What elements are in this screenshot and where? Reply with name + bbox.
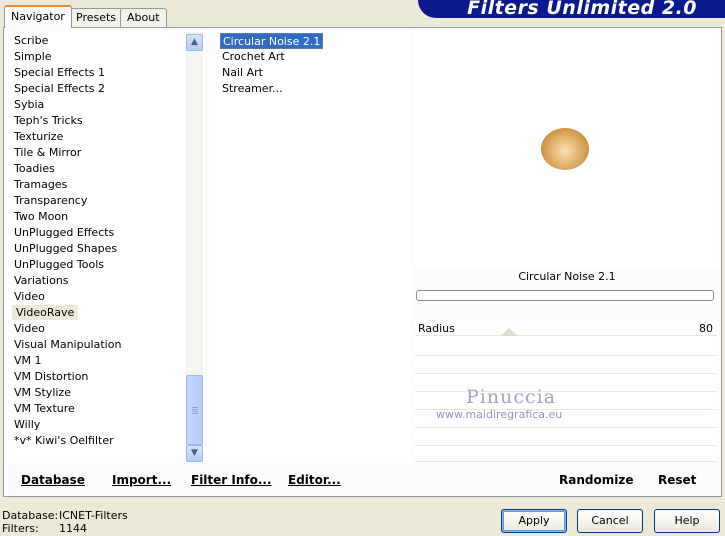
tab-navigator[interactable]: Navigator xyxy=(4,5,72,28)
filters-count: 1144 xyxy=(59,522,87,535)
category-item[interactable]: VideoRave xyxy=(12,305,79,320)
category-item[interactable]: VM Stylize xyxy=(14,385,71,400)
category-item[interactable]: UnPlugged Shapes xyxy=(14,241,117,256)
category-item[interactable]: Two Moon xyxy=(14,209,68,224)
param-row-empty xyxy=(415,447,717,462)
param-row-radius[interactable]: Radius 80 xyxy=(415,321,717,336)
import-button[interactable]: Import... xyxy=(112,473,171,487)
param-label: Radius xyxy=(418,322,455,335)
database-label: Database: xyxy=(2,509,59,522)
help-button[interactable]: Help xyxy=(654,509,720,533)
category-item[interactable]: Special Effects 1 xyxy=(14,65,105,80)
scroll-thumb[interactable] xyxy=(186,375,203,445)
category-item[interactable]: Simple xyxy=(14,49,52,64)
slider-marker-icon[interactable] xyxy=(500,328,518,336)
category-item[interactable]: Willy xyxy=(14,417,40,432)
category-list[interactable]: Scribe Simple Special Effects 1 Special Eff… xyxy=(7,31,205,463)
parameters-panel: Radius 80 xyxy=(415,321,719,463)
param-row-empty xyxy=(415,341,717,356)
category-item[interactable]: Tramages xyxy=(14,177,67,192)
database-button[interactable]: Database xyxy=(21,473,85,487)
category-item[interactable]: UnPlugged Tools xyxy=(14,257,104,272)
watermark-url: www.maidiregrafica.eu xyxy=(436,408,563,421)
filter-name-label: Circular Noise 2.1 xyxy=(518,270,616,283)
param-row-empty xyxy=(415,431,717,446)
category-item[interactable]: Texturize xyxy=(14,129,63,144)
category-item[interactable]: Special Effects 2 xyxy=(14,81,105,96)
app-title: Filters Unlimited 2.0 xyxy=(467,0,697,19)
filters-label: Filters: xyxy=(2,522,39,535)
category-item[interactable]: VM Texture xyxy=(14,401,75,416)
category-item[interactable]: UnPlugged Effects xyxy=(14,225,114,240)
tab-about[interactable]: About xyxy=(120,8,167,27)
database-value: ICNET-Filters xyxy=(59,509,128,522)
category-item[interactable]: Scribe xyxy=(14,33,48,48)
randomize-button[interactable]: Randomize xyxy=(559,473,633,487)
scroll-down-button[interactable]: ▼ xyxy=(186,445,203,462)
filter-item[interactable]: Streamer... xyxy=(220,81,285,97)
category-item[interactable]: *v* Kiwi's Oelfilter xyxy=(14,433,114,448)
filter-item[interactable]: Circular Noise 2.1 xyxy=(220,33,324,49)
category-item[interactable]: Teph's Tricks xyxy=(14,113,83,128)
preview-image xyxy=(541,128,589,170)
param-row-empty xyxy=(415,359,717,374)
category-item[interactable]: Sybia xyxy=(14,97,44,112)
category-item[interactable]: Video xyxy=(14,321,45,336)
filter-item[interactable]: Crochet Art xyxy=(220,49,287,65)
category-item[interactable]: Tile & Mirror xyxy=(14,145,81,160)
filter-item[interactable]: Nail Art xyxy=(220,65,265,81)
category-item[interactable]: Variations xyxy=(14,273,69,288)
apply-button[interactable]: Apply xyxy=(501,509,567,533)
watermark-text: Pinuccia xyxy=(466,386,557,408)
filter-info-button[interactable]: Filter Info... xyxy=(191,473,272,487)
category-item[interactable]: VM 1 xyxy=(14,353,42,368)
category-item[interactable]: Transparency xyxy=(14,193,87,208)
category-item[interactable]: VM Distortion xyxy=(14,369,88,384)
param-row-empty xyxy=(415,377,717,392)
progress-bar xyxy=(416,290,714,301)
scroll-up-button[interactable]: ▲ xyxy=(186,34,203,51)
filter-list[interactable]: Circular Noise 2.1 Crochet Art Nail Art Str… xyxy=(209,31,411,463)
category-item[interactable]: Toadies xyxy=(14,161,55,176)
category-item[interactable]: Visual Manipulation xyxy=(14,337,121,352)
category-scrollbar[interactable]: ▲ ▼ xyxy=(186,32,203,462)
param-value: 80 xyxy=(699,322,713,335)
editor-button[interactable]: Editor... xyxy=(288,473,341,487)
reset-button[interactable]: Reset xyxy=(658,473,696,487)
tab-presets[interactable]: Presets xyxy=(69,8,124,27)
app-banner: Filters Unlimited 2.0 xyxy=(418,0,725,19)
cancel-button[interactable]: Cancel xyxy=(577,509,643,533)
category-item[interactable]: Video xyxy=(14,289,45,304)
